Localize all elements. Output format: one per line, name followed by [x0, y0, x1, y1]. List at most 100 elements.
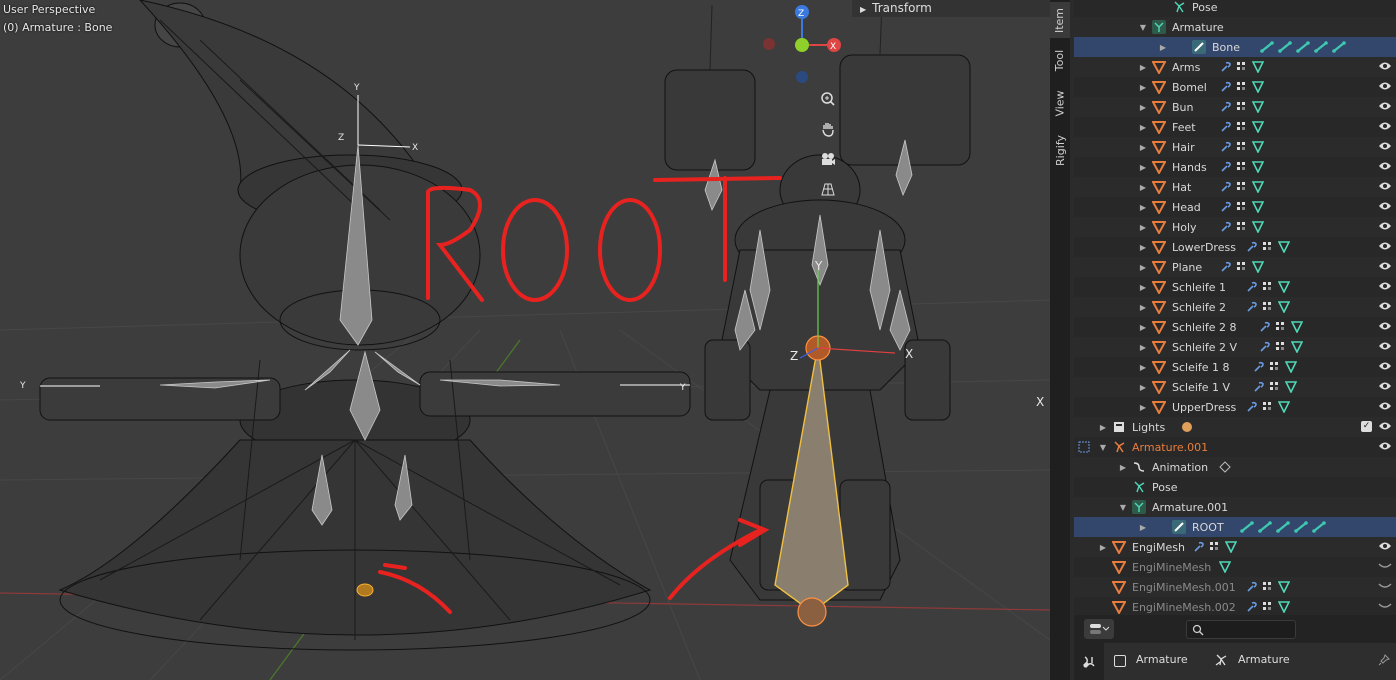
- eye-icon[interactable]: [1378, 401, 1392, 414]
- collapsed-arrow-icon[interactable]: ▶: [1138, 283, 1148, 292]
- outliner[interactable]: Pose ▼ Armature ▶ Bone ▶ Arms ▶ Bomel ▶ Bun ▶ Feet ▶ H…: [1074, 0, 1396, 615]
- row-child-icons[interactable]: [1246, 401, 1290, 413]
- row-child-icons[interactable]: [1220, 181, 1264, 193]
- outliner-row[interactable]: EngiMineMesh.001: [1074, 577, 1396, 597]
- row-child-icons[interactable]: [1240, 521, 1326, 533]
- row-child-icons[interactable]: [1253, 361, 1297, 373]
- row-child-icons[interactable]: [1246, 301, 1290, 313]
- eye-icon[interactable]: [1378, 541, 1392, 554]
- row-child-icons[interactable]: [1253, 381, 1297, 393]
- outliner-row[interactable]: ▶ Scleife 1 V: [1074, 377, 1396, 397]
- expanded-arrow-icon[interactable]: ▼: [1138, 23, 1148, 32]
- row-child-icons[interactable]: [1220, 61, 1264, 73]
- outliner-row[interactable]: ▶ Bone: [1074, 37, 1396, 57]
- outliner-row[interactable]: EngiMineMesh.002: [1074, 597, 1396, 615]
- row-child-icons[interactable]: [1220, 261, 1264, 273]
- outliner-row[interactable]: ▶ Schleife 2 8: [1074, 317, 1396, 337]
- 3d-viewport[interactable]: YZX YY Y X Z X User Perspective (0) Arma…: [0, 0, 1050, 680]
- row-child-icons[interactable]: [1220, 201, 1264, 213]
- outliner-row[interactable]: ▶ ROOT: [1074, 517, 1396, 537]
- row-child-icons[interactable]: [1259, 341, 1304, 353]
- outliner-row[interactable]: ▶ Schleife 2 V: [1074, 337, 1396, 357]
- zoom-icon[interactable]: [816, 87, 840, 111]
- outliner-row[interactable]: ▶ Head: [1074, 197, 1396, 217]
- expanded-arrow-icon[interactable]: ▼: [1098, 443, 1108, 452]
- eye-icon[interactable]: [1378, 81, 1392, 94]
- outliner-row[interactable]: ▶ Hands: [1074, 157, 1396, 177]
- outliner-row[interactable]: ▶ UpperDress: [1074, 397, 1396, 417]
- collapsed-arrow-icon[interactable]: ▶: [1138, 343, 1148, 352]
- collapsed-arrow-icon[interactable]: ▶: [1138, 103, 1148, 112]
- outliner-row[interactable]: ▶ Hair: [1074, 137, 1396, 157]
- row-child-icons[interactable]: [1246, 601, 1290, 613]
- eye-closed-icon[interactable]: [1378, 581, 1392, 594]
- outliner-row[interactable]: ▶ Bun: [1074, 97, 1396, 117]
- row-child-icons[interactable]: [1220, 161, 1264, 173]
- properties-editor-type-icon[interactable]: [1074, 643, 1104, 680]
- collapsed-arrow-icon[interactable]: ▶: [1138, 63, 1148, 72]
- eye-closed-icon[interactable]: [1378, 561, 1392, 574]
- outliner-row[interactable]: ▶ Hat: [1074, 177, 1396, 197]
- row-child-icons[interactable]: [1220, 101, 1264, 113]
- outliner-row[interactable]: ▶ Lights ✓: [1074, 417, 1396, 437]
- outliner-row[interactable]: Pose: [1074, 0, 1396, 17]
- restrict-select-icon[interactable]: [1078, 441, 1090, 456]
- collapsed-arrow-icon[interactable]: ▶: [1138, 523, 1148, 532]
- expanded-arrow-icon[interactable]: ▼: [1118, 503, 1128, 512]
- collapsed-arrow-icon[interactable]: ▶: [1138, 183, 1148, 192]
- eye-icon[interactable]: [1378, 201, 1392, 214]
- row-child-icons[interactable]: [1219, 461, 1232, 473]
- row-child-icons[interactable]: [1220, 141, 1264, 153]
- object-name-label[interactable]: Armature: [1136, 653, 1188, 666]
- pan-hand-icon[interactable]: [816, 117, 840, 141]
- collapsed-arrow-icon[interactable]: ▶: [1118, 463, 1128, 472]
- collapsed-arrow-icon[interactable]: ▶: [1138, 123, 1148, 132]
- tab-view[interactable]: View: [1050, 84, 1070, 122]
- collapsed-arrow-icon[interactable]: ▶: [1138, 363, 1148, 372]
- collapsed-arrow-icon[interactable]: ▶: [1138, 223, 1148, 232]
- collapsed-arrow-icon[interactable]: ▶: [1138, 403, 1148, 412]
- eye-icon[interactable]: [1378, 61, 1392, 74]
- collapsed-arrow-icon[interactable]: ▶: [1098, 543, 1108, 552]
- collapsed-arrow-icon[interactable]: ▶: [1138, 243, 1148, 252]
- tab-tool[interactable]: Tool: [1050, 42, 1070, 78]
- eye-icon[interactable]: [1378, 261, 1392, 274]
- row-child-icons[interactable]: [1220, 81, 1264, 93]
- eye-icon[interactable]: [1378, 221, 1392, 234]
- transform-panel-header[interactable]: ▶ Transform: [852, 0, 1050, 17]
- outliner-row[interactable]: ▶ Animation: [1074, 457, 1396, 477]
- tab-rigify[interactable]: Rigify: [1050, 128, 1070, 172]
- outliner-search-input[interactable]: [1186, 620, 1296, 639]
- eye-icon[interactable]: [1378, 321, 1392, 334]
- camera-icon[interactable]: [816, 147, 840, 171]
- navigation-gizmo[interactable]: Z X: [760, 0, 850, 90]
- collapsed-arrow-icon[interactable]: ▶: [1158, 43, 1168, 52]
- outliner-row[interactable]: ▶ Arms: [1074, 57, 1396, 77]
- row-child-icons[interactable]: [1246, 281, 1290, 293]
- filter-dropdown[interactable]: [1084, 619, 1114, 639]
- outliner-row[interactable]: ▶ Holy: [1074, 217, 1396, 237]
- eye-icon[interactable]: [1378, 101, 1392, 114]
- collapsed-arrow-icon[interactable]: ▶: [1138, 163, 1148, 172]
- collapsed-arrow-icon[interactable]: ▶: [1138, 303, 1148, 312]
- eye-icon[interactable]: [1378, 301, 1392, 314]
- row-child-icons[interactable]: [1193, 541, 1237, 553]
- collapsed-arrow-icon[interactable]: ▶: [1138, 383, 1148, 392]
- row-child-icons[interactable]: [1246, 241, 1290, 253]
- outliner-row[interactable]: ▶ Feet: [1074, 117, 1396, 137]
- row-child-icons[interactable]: [1246, 581, 1290, 593]
- collapsed-arrow-icon[interactable]: ▶: [1138, 203, 1148, 212]
- row-child-icons[interactable]: [1220, 121, 1264, 133]
- collapsed-arrow-icon[interactable]: ▶: [1138, 143, 1148, 152]
- collapsed-arrow-icon[interactable]: ▶: [1138, 323, 1148, 332]
- collapsed-arrow-icon[interactable]: ▶: [1098, 423, 1108, 432]
- tab-item[interactable]: Item: [1050, 2, 1070, 38]
- outliner-row[interactable]: ▶ LowerDress: [1074, 237, 1396, 257]
- eye-icon[interactable]: [1378, 141, 1392, 154]
- collapsed-arrow-icon[interactable]: ▶: [1138, 83, 1148, 92]
- armature-data-label[interactable]: Armature: [1238, 653, 1290, 666]
- outliner-row[interactable]: ▶ Scleife 1 8: [1074, 357, 1396, 377]
- eye-icon[interactable]: [1378, 121, 1392, 134]
- outliner-row[interactable]: ▶ EngiMesh: [1074, 537, 1396, 557]
- row-child-icons[interactable]: [1260, 41, 1346, 53]
